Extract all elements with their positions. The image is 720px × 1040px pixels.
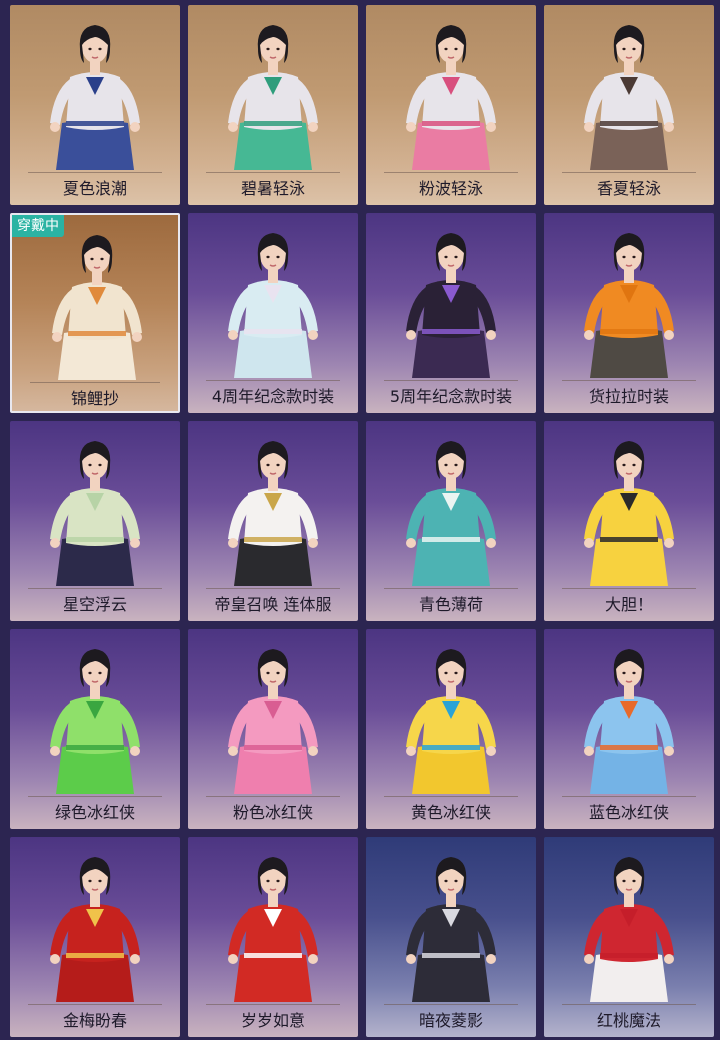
outfit-name: 粉色冰红侠 bbox=[232, 803, 313, 822]
outfit-card[interactable]: 红桃魔法 bbox=[544, 837, 714, 1037]
outfit-name: 5周年纪念款时装 bbox=[389, 387, 513, 406]
divider bbox=[206, 796, 340, 797]
outfit-name: 货拉拉时装 bbox=[588, 387, 669, 406]
outfit-card[interactable]: 5周年纪念款时装 bbox=[366, 213, 536, 413]
outfit-card[interactable]: 碧暑轻泳 bbox=[188, 5, 358, 205]
outfit-name: 暗夜菱影 bbox=[418, 1011, 483, 1030]
outfit-grid: 夏色浪潮 碧暑轻泳 粉波轻泳 香夏轻泳 穿戴中 锦鲤抄 4周年纪念款时装 5周年… bbox=[0, 0, 720, 1040]
outfit-card[interactable]: 4周年纪念款时装 bbox=[188, 213, 358, 413]
divider bbox=[28, 796, 162, 797]
outfit-name: 黄色冰红侠 bbox=[410, 803, 491, 822]
outfit-preview-image bbox=[366, 629, 536, 794]
outfit-preview-image bbox=[188, 213, 358, 378]
outfit-card[interactable]: 金梅盼春 bbox=[10, 837, 180, 1037]
divider bbox=[384, 1004, 518, 1005]
outfit-card[interactable]: 粉波轻泳 bbox=[366, 5, 536, 205]
divider bbox=[28, 172, 162, 173]
outfit-preview-image bbox=[188, 837, 358, 1002]
divider bbox=[384, 796, 518, 797]
outfit-card[interactable]: 香夏轻泳 bbox=[544, 5, 714, 205]
divider bbox=[384, 380, 518, 381]
divider bbox=[206, 588, 340, 589]
outfit-card[interactable]: 青色薄荷 bbox=[366, 421, 536, 621]
outfit-card[interactable]: 大胆！ bbox=[544, 421, 714, 621]
outfit-preview-image bbox=[366, 421, 536, 586]
outfit-name: 金梅盼春 bbox=[62, 1011, 127, 1030]
outfit-name: 锦鲤抄 bbox=[70, 389, 119, 408]
outfit-name: 夏色浪潮 bbox=[62, 179, 127, 198]
outfit-preview-image bbox=[188, 421, 358, 586]
divider bbox=[206, 172, 340, 173]
outfit-card[interactable]: 黄色冰红侠 bbox=[366, 629, 536, 829]
divider bbox=[28, 588, 162, 589]
outfit-preview-image bbox=[544, 629, 714, 794]
outfit-preview-image bbox=[366, 837, 536, 1002]
outfit-name: 碧暑轻泳 bbox=[240, 179, 305, 198]
outfit-preview-image bbox=[544, 213, 714, 378]
outfit-card[interactable]: 岁岁如意 bbox=[188, 837, 358, 1037]
outfit-name: 岁岁如意 bbox=[240, 1011, 305, 1030]
divider bbox=[384, 588, 518, 589]
outfit-preview-image bbox=[544, 421, 714, 586]
outfit-name: 青色薄荷 bbox=[418, 595, 483, 614]
outfit-name: 红桃魔法 bbox=[596, 1011, 661, 1030]
outfit-preview-image bbox=[10, 421, 180, 586]
outfit-preview-image bbox=[188, 629, 358, 794]
divider bbox=[562, 172, 696, 173]
outfit-card[interactable]: 夏色浪潮 bbox=[10, 5, 180, 205]
outfit-card[interactable]: 货拉拉时装 bbox=[544, 213, 714, 413]
outfit-card[interactable]: 帝皇召唤 连体服 bbox=[188, 421, 358, 621]
outfit-name: 帝皇召唤 连体服 bbox=[214, 595, 332, 614]
outfit-preview-image bbox=[10, 837, 180, 1002]
divider bbox=[562, 1004, 696, 1005]
outfit-preview-image bbox=[188, 5, 358, 170]
outfit-name: 粉波轻泳 bbox=[418, 179, 483, 198]
outfit-name: 香夏轻泳 bbox=[596, 179, 661, 198]
outfit-name: 绿色冰红侠 bbox=[54, 803, 135, 822]
outfit-preview-image bbox=[366, 5, 536, 170]
outfit-preview-image bbox=[544, 5, 714, 170]
outfit-card[interactable]: 暗夜菱影 bbox=[366, 837, 536, 1037]
divider bbox=[562, 380, 696, 381]
outfit-preview-image bbox=[10, 5, 180, 170]
divider bbox=[562, 796, 696, 797]
divider bbox=[30, 382, 160, 383]
outfit-preview-image bbox=[544, 837, 714, 1002]
outfit-card[interactable]: 粉色冰红侠 bbox=[188, 629, 358, 829]
divider bbox=[384, 172, 518, 173]
outfit-card[interactable]: 星空浮云 bbox=[10, 421, 180, 621]
outfit-preview-image bbox=[12, 215, 178, 380]
wearing-badge: 穿戴中 bbox=[12, 215, 64, 237]
outfit-name: 大胆！ bbox=[604, 595, 653, 614]
divider bbox=[28, 1004, 162, 1005]
divider bbox=[206, 380, 340, 381]
outfit-preview-image bbox=[366, 213, 536, 378]
outfit-name: 4周年纪念款时装 bbox=[211, 387, 335, 406]
divider bbox=[562, 588, 696, 589]
outfit-card[interactable]: 穿戴中 锦鲤抄 bbox=[10, 213, 180, 413]
outfit-card[interactable]: 绿色冰红侠 bbox=[10, 629, 180, 829]
outfit-name: 蓝色冰红侠 bbox=[588, 803, 669, 822]
outfit-name: 星空浮云 bbox=[62, 595, 127, 614]
outfit-card[interactable]: 蓝色冰红侠 bbox=[544, 629, 714, 829]
outfit-preview-image bbox=[10, 629, 180, 794]
divider bbox=[206, 1004, 340, 1005]
